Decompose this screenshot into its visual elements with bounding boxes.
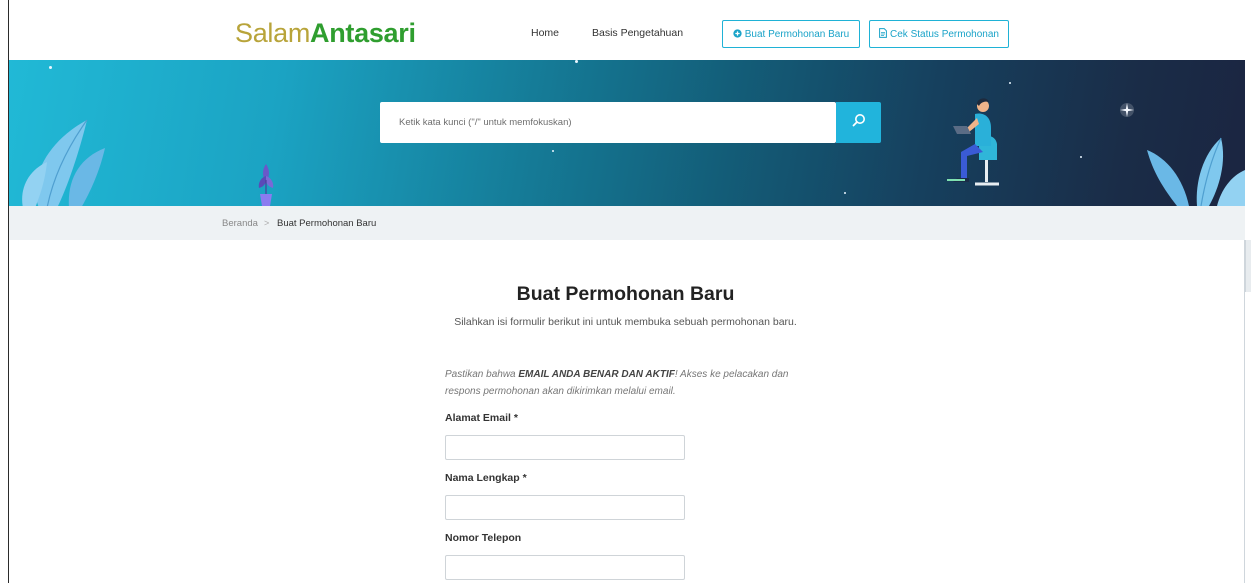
- star-decoration: [1009, 82, 1011, 84]
- star-decoration: [844, 192, 846, 194]
- breadcrumb-current: Buat Permohonan Baru: [277, 218, 377, 229]
- email-label: Alamat Email *: [445, 412, 518, 424]
- full-name-label: Nama Lengkap *: [445, 472, 527, 484]
- email-field[interactable]: [445, 435, 685, 460]
- nav-home[interactable]: Home: [531, 27, 559, 39]
- email-notice: Pastikan bahwa EMAIL ANDA BENAR DAN AKTI…: [445, 366, 815, 400]
- star-decoration: [1080, 156, 1082, 158]
- star-decoration: [552, 150, 554, 152]
- person-with-laptop-illustration: [939, 96, 1017, 197]
- phone-label: Nomor Telepon: [445, 532, 522, 544]
- document-icon: [879, 28, 887, 40]
- plus-circle-icon: [733, 28, 742, 40]
- star-decoration: [49, 66, 52, 69]
- leaf-plant-illustration-right: [1137, 132, 1245, 206]
- full-name-field[interactable]: [445, 495, 685, 520]
- breadcrumb: Beranda > Buat Permohonan Baru: [9, 206, 1245, 240]
- search-button[interactable]: [836, 102, 881, 143]
- check-status-button[interactable]: Cek Status Permohonan: [869, 20, 1009, 48]
- breadcrumb-separator: >: [264, 218, 270, 228]
- leaf-plant-illustration-left: [9, 118, 119, 206]
- page-title: Buat Permohonan Baru: [516, 283, 735, 305]
- logo-text-antasari: Antasari: [310, 18, 416, 48]
- search-icon: [852, 113, 866, 132]
- page-subtitle: Silahkan isi formulir berikut ini untuk …: [454, 316, 797, 328]
- phone-field[interactable]: [445, 555, 685, 580]
- new-request-button[interactable]: Buat Permohonan Baru: [722, 20, 860, 48]
- new-request-label: Buat Permohonan Baru: [744, 28, 850, 40]
- site-logo[interactable]: SalamAntasari: [235, 18, 416, 48]
- top-header: SalamAntasari Home Basis Pengetahuan Bua…: [9, 0, 1245, 60]
- check-status-label: Cek Status Permohonan: [890, 28, 999, 40]
- notice-prefix: Pastikan bahwa: [445, 369, 519, 380]
- notice-emphasis: EMAIL ANDA BENAR DAN AKTIF: [518, 369, 675, 380]
- nav-knowledge-base[interactable]: Basis Pengetahuan: [592, 27, 683, 39]
- breadcrumb-home-link[interactable]: Beranda: [222, 218, 258, 229]
- star-decoration: [575, 60, 578, 63]
- search-box: [380, 102, 836, 143]
- potted-plant-illustration: [257, 160, 275, 206]
- search-input[interactable]: [380, 102, 836, 143]
- logo-text-salam: Salam: [235, 18, 311, 48]
- sparkle-icon: [1118, 101, 1136, 124]
- hero-banner: [9, 60, 1245, 206]
